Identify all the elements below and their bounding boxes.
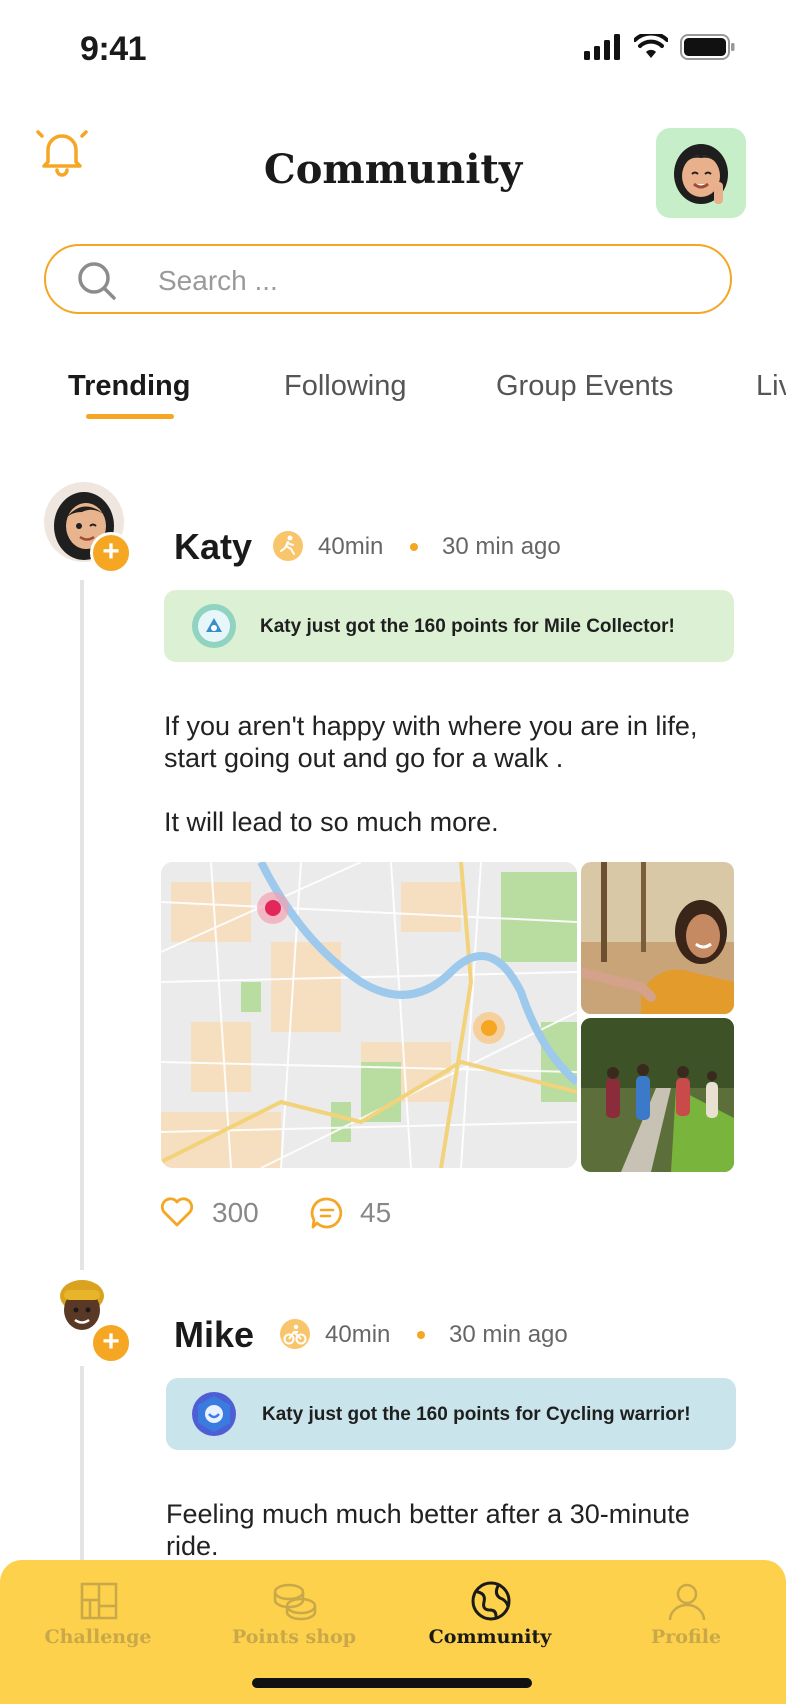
achievement-banner: Katy just got the 160 points for Cycling… <box>166 1378 736 1450</box>
post-body: Feeling much much better after a 30-minu… <box>166 1498 690 1562</box>
battery-icon <box>680 34 735 60</box>
comment-icon[interactable] <box>310 1196 344 1230</box>
status-icons <box>584 34 736 60</box>
tab-bar: Trending Following Group Events Liv <box>0 370 786 430</box>
nav-challenge[interactable]: Challenge <box>0 1560 196 1680</box>
search-icon <box>78 262 116 300</box>
post-photo[interactable] <box>581 1018 734 1172</box>
tab-live[interactable]: Liv <box>756 370 786 403</box>
achievement-text: Katy just got the 160 points for Mile Co… <box>260 616 675 637</box>
like-icon[interactable] <box>160 1196 194 1228</box>
post-line: ride. <box>166 1531 219 1561</box>
nav-profile[interactable]: Profile <box>588 1560 784 1680</box>
wifi-icon <box>634 34 668 58</box>
post-author-name[interactable]: Mike <box>174 1314 254 1356</box>
status-time: 9:41 <box>80 30 147 68</box>
tab-trending[interactable]: Trending <box>68 370 190 403</box>
mile-collector-badge-icon <box>192 604 236 648</box>
post-body: If you aren't happy with where you are i… <box>164 710 697 838</box>
post-author-name[interactable]: Katy <box>174 526 252 568</box>
post-photo[interactable] <box>581 862 734 1014</box>
post-time: 30 min ago <box>442 533 561 560</box>
home-indicator <box>252 1678 532 1688</box>
user-avatar[interactable] <box>656 128 746 218</box>
separator-dot <box>417 1331 425 1339</box>
achievement-text: Katy just got the 160 points for Cycling… <box>262 1404 691 1425</box>
post-time: 30 min ago <box>449 1321 568 1348</box>
tab-following[interactable]: Following <box>284 370 407 403</box>
signal-icon <box>584 34 620 60</box>
activity-duration: 40min <box>325 1321 391 1348</box>
comment-count: 45 <box>360 1197 392 1228</box>
globe-icon <box>471 1581 511 1621</box>
post-line: It will lead to so much more. <box>164 807 499 837</box>
cycling-icon <box>280 1319 310 1349</box>
route-map[interactable] <box>161 862 577 1168</box>
nav-label: Profile <box>650 1626 722 1648</box>
separator-dot <box>410 543 418 551</box>
search-input[interactable]: Search ... <box>44 244 732 314</box>
post-line: Feeling much much better after a 30-minu… <box>166 1499 690 1529</box>
cycling-warrior-badge-icon <box>192 1392 236 1436</box>
nav-label: Points shop <box>231 1626 357 1648</box>
grid-icon <box>80 1582 118 1620</box>
post-line: If you aren't happy with where you are i… <box>164 711 698 741</box>
running-icon <box>273 531 303 561</box>
activity-duration: 40min <box>318 533 384 560</box>
nav-community[interactable]: Community <box>392 1560 588 1680</box>
nav-label: Community <box>428 1626 552 1648</box>
search-placeholder: Search ... <box>158 265 278 296</box>
follow-button[interactable]: + <box>90 532 132 574</box>
tab-group-events[interactable]: Group Events <box>496 370 673 403</box>
person-icon <box>668 1583 706 1621</box>
nav-points-shop[interactable]: Points shop <box>196 1560 392 1680</box>
follow-button[interactable]: + <box>90 1322 132 1364</box>
timeline-line <box>80 580 84 1270</box>
post-line: start going out and go for a walk . <box>164 743 564 773</box>
achievement-banner: Katy just got the 160 points for Mile Co… <box>164 590 734 662</box>
like-count: 300 <box>212 1197 259 1228</box>
timeline-line <box>80 1366 84 1560</box>
nav-label: Challenge <box>44 1626 152 1648</box>
tab-active-indicator <box>86 414 174 419</box>
coins-icon <box>273 1583 317 1621</box>
